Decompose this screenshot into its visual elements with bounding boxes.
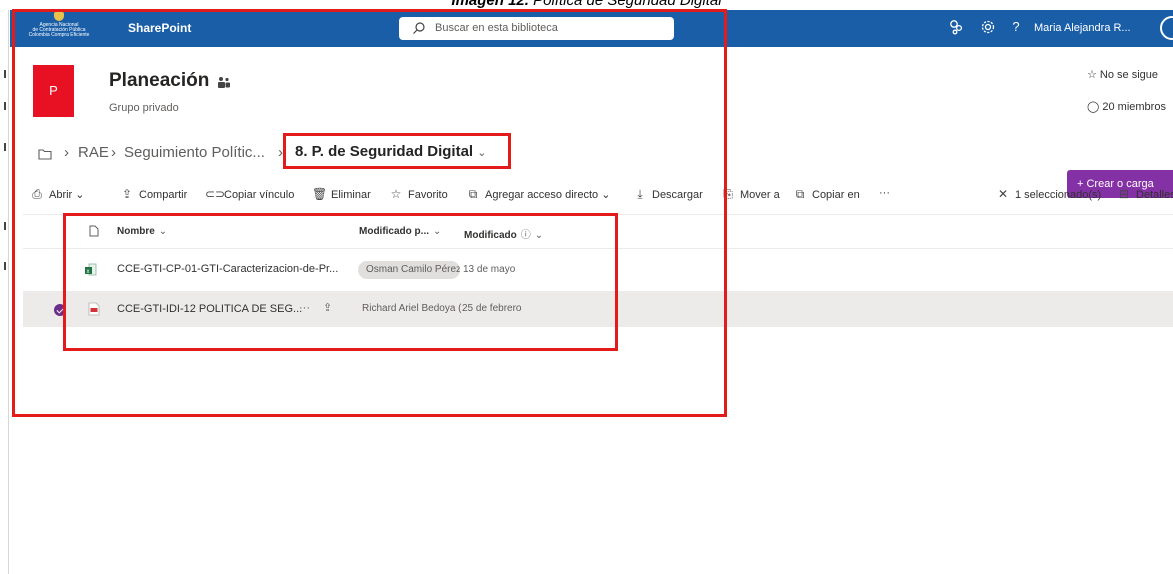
share-command[interactable]: ⇪ Compartir (120, 187, 187, 201)
members-button[interactable]: ◯ 20 miembros (1087, 100, 1166, 113)
search-box[interactable]: Buscar en esta biblioteca (399, 17, 674, 40)
follow-button[interactable]: ☆ No se sigue (1087, 68, 1158, 81)
figure-caption: Imagen 12. Política de Seguridad Digital (451, 0, 722, 9)
pdf-file-icon (88, 302, 100, 316)
trash-icon: 🗑 (312, 187, 328, 201)
selected-check-icon[interactable] (54, 304, 66, 316)
suite-bar: Agencia Nacional de Contratación Pública… (10, 10, 1173, 47)
file-type-icon[interactable] (89, 225, 99, 237)
favorite-command[interactable]: ☆ Favorito (389, 187, 448, 201)
share-icon[interactable]: ⇪ (323, 301, 332, 314)
help-icon[interactable]: ? (1007, 19, 1025, 37)
add-shortcut-command[interactable]: ⧉ Agregar acceso directo ⌄ (466, 187, 611, 202)
excel-file-icon: x (85, 263, 97, 276)
sharepoint-icon[interactable] (948, 19, 966, 37)
shortcut-icon: ⧉ (468, 187, 478, 201)
delete-command[interactable]: 🗑 Eliminar (312, 187, 371, 201)
settings-gear-icon[interactable] (979, 19, 997, 37)
download-icon: ⤓ (637, 187, 643, 201)
person-icon: ◯ (1087, 101, 1100, 113)
org-logo[interactable]: Agencia Nacional de Contratación Pública… (18, 12, 100, 44)
star-icon: ☆ (1087, 69, 1100, 81)
breadcrumb-separator: › (111, 144, 116, 161)
close-icon: ✕ (997, 187, 1009, 201)
user-avatar[interactable] (1160, 16, 1173, 40)
folder-icon[interactable] (38, 148, 52, 160)
more-command[interactable]: ··· (879, 187, 890, 199)
modified-by-pill[interactable]: Osman Camilo Pérez S (358, 261, 460, 279)
column-header-name[interactable]: Nombre ⌄ (117, 226, 167, 237)
breadcrumb-item-seguimiento[interactable]: Seguimiento Polític... (124, 144, 265, 161)
site-subtitle: Grupo privado (109, 102, 179, 114)
left-edge-strip (0, 10, 9, 574)
open-icon: ⎙ (32, 187, 42, 201)
copy-command[interactable]: ⧉ Copiar en (793, 187, 860, 202)
command-bar: ⎙ Abrir ⌄ ⇪ Compartir ⊂⊃Copiar vínculo 🗑 El… (23, 175, 1173, 215)
link-icon: ⊂⊃ (205, 187, 226, 201)
site-logo[interactable]: P (33, 65, 74, 117)
file-name[interactable]: CCE-GTI-CP-01-GTI-Caracterizacion-de-Pr.… (117, 263, 338, 275)
modified-by[interactable]: Richard Ariel Bedoya ( (362, 303, 461, 314)
open-command[interactable]: ⎙ Abrir ⌄ (30, 187, 85, 202)
move-command[interactable]: ⎘ Mover a (721, 187, 780, 202)
table-row[interactable]: x CCE-GTI-CP-01-GTI-Caracterizacion-de-P… (23, 253, 1173, 286)
header-divider (23, 248, 1173, 249)
breadcrumb-separator: › (64, 144, 69, 161)
chevron-down-icon: ⌄ (433, 226, 442, 237)
modified-date: 13 de mayo (463, 264, 516, 275)
site-title[interactable]: Planeación (109, 70, 209, 92)
column-header-modified-by[interactable]: Modificado p... ⌄ (359, 226, 441, 237)
move-icon: ⎘ (723, 187, 733, 201)
download-command[interactable]: ⤓ Descargar (633, 187, 702, 202)
details-pane-button[interactable]: ⊟ Detalles (1117, 187, 1173, 201)
more-actions-icon[interactable]: ··· (299, 302, 310, 314)
file-name[interactable]: CCE-GTI-IDI-12 POLITICA DE SEG... (117, 303, 302, 315)
search-icon (413, 22, 425, 34)
info-icon: ⓘ (520, 230, 531, 241)
table-row-selected[interactable]: CCE-GTI-IDI-12 POLITICA DE SEG... ··· ⇪ … (23, 291, 1173, 327)
chevron-down-icon: ⌄ (534, 230, 544, 241)
chevron-down-icon: ⌄ (158, 226, 168, 237)
app-name[interactable]: SharePoint (128, 21, 191, 35)
svg-text:x: x (87, 269, 90, 275)
chevron-down-icon: ⌄ (75, 189, 85, 201)
details-icon: ⊟ (1118, 187, 1130, 201)
breadcrumb-item-rae[interactable]: RAE (78, 144, 109, 161)
teams-group-icon (218, 77, 230, 88)
modified-date: 25 de febrero (462, 303, 522, 314)
copy-link-command[interactable]: ⊂⊃Copiar vínculo (205, 187, 294, 201)
copy-icon: ⧉ (795, 187, 805, 201)
star-icon: ☆ (390, 187, 402, 201)
breadcrumb-separator: › (278, 144, 283, 161)
chevron-down-icon: ⌄ (601, 189, 611, 201)
chevron-down-icon: ⌄ (477, 147, 487, 159)
share-icon: ⇪ (121, 187, 133, 201)
breadcrumb-current[interactable]: 8. P. de Seguridad Digital ⌄ (295, 143, 487, 160)
search-placeholder: Buscar en esta biblioteca (435, 22, 558, 34)
clear-selection[interactable]: ✕ 1 seleccionado(s) (996, 187, 1101, 201)
column-header-modified[interactable]: Modificado ⓘ ⌄ (464, 226, 543, 241)
user-name[interactable]: Maria Alejandra R... (1034, 22, 1131, 34)
